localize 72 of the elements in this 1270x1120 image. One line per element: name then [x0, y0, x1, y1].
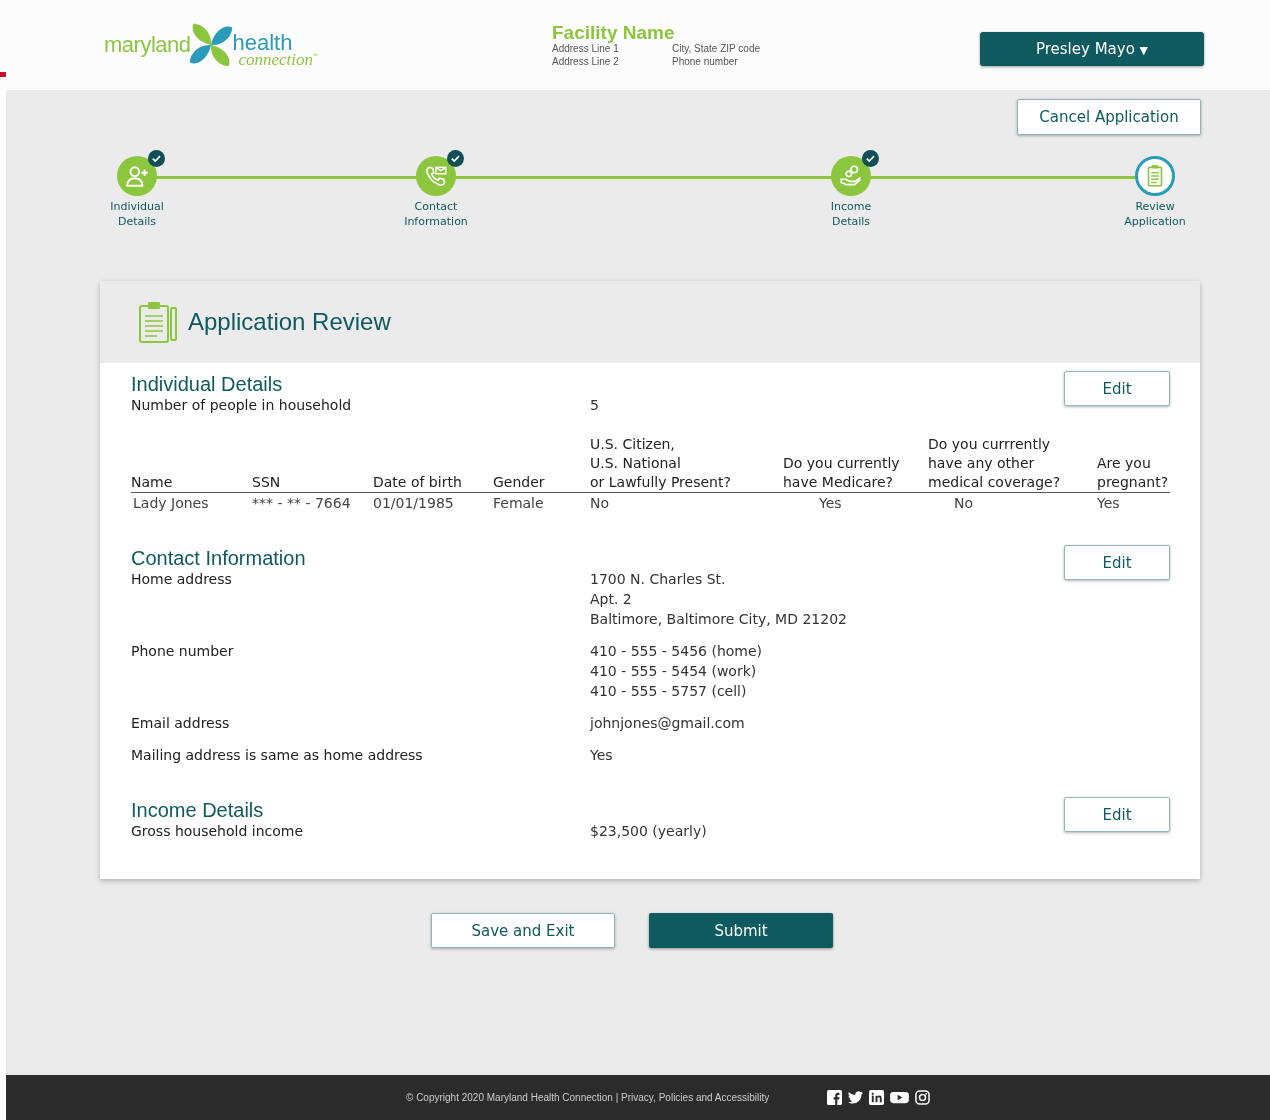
field-label: Home address	[131, 570, 233, 589]
step-indicator[interactable]	[416, 156, 456, 196]
user-menu-button[interactable]: Presley Mayo ▼	[980, 32, 1204, 66]
logo-text: maryland	[104, 32, 191, 58]
step-label: Individual Details	[110, 199, 164, 229]
step-indicator[interactable]	[117, 156, 157, 196]
facility-address-line: Address Line 2	[552, 54, 620, 68]
linkedin-icon[interactable]	[869, 1090, 885, 1105]
save-and-exit-button[interactable]: Save and Exit	[431, 913, 615, 948]
field-value: $23,500 (yearly)	[590, 822, 707, 841]
field-value: 410 - 555 - 5454 (work)	[590, 662, 758, 681]
column-header: U.S. Citizen, U.S. National or Lawfully Present?	[590, 435, 732, 492]
submit-button[interactable]: Submit	[649, 913, 833, 948]
facility-name: Facility Name	[552, 22, 676, 42]
step-label: Review Application	[1124, 199, 1186, 229]
column-header: Date of birth	[373, 473, 463, 492]
play-button-icon[interactable]	[890, 1090, 910, 1105]
field-value: Baltimore, Baltimore City, MD 21202	[590, 610, 847, 629]
step-indicator[interactable]	[831, 156, 871, 196]
table-cell-text: Lady Jones	[132, 494, 210, 513]
column-header: SSN	[252, 473, 282, 492]
column-header: Do you currently have Medicare?	[783, 454, 901, 492]
step-label: Income Details	[830, 199, 872, 229]
field-value: 1700 N. Charles St.	[590, 570, 727, 589]
column-header: Are you pregnant?	[1097, 454, 1170, 492]
field-label: Mailing address is same as home address	[131, 746, 424, 765]
edit-button[interactable]: Edit	[1064, 545, 1170, 580]
person-add-icon	[124, 163, 150, 189]
table-cell-text: Yes	[818, 494, 843, 513]
table-cell-text: Female	[493, 494, 545, 513]
facility-address-line: City, State ZIP code	[672, 41, 761, 55]
facebook-icon[interactable]	[827, 1090, 843, 1105]
field-label: Phone number	[131, 642, 235, 661]
field-label: Email address	[131, 714, 231, 733]
check-badge-icon	[447, 150, 464, 167]
section-heading: Individual Details	[131, 373, 283, 396]
copyright-text: © Copyright 2020 Maryland Health Connection | Privacy, Policies and Accessibility	[406, 1092, 770, 1103]
edit-button[interactable]: Edit	[1064, 371, 1170, 406]
field-value: johnjones@gmail.com	[590, 714, 745, 733]
field-value: 410 - 555 - 5757 (cell)	[590, 682, 748, 701]
table-cell-text: No	[953, 494, 975, 513]
field-label: Gross household income	[131, 822, 305, 841]
facility-address-line: Phone number	[672, 54, 739, 68]
table-cell-text: No	[590, 494, 611, 513]
facility-address-line: Address Line 1	[552, 42, 620, 55]
phone-envelope-icon	[423, 163, 449, 189]
column-header: Do you currrently have any other medical coverage?	[928, 435, 1062, 492]
field-value: 5	[590, 396, 599, 415]
edge-marker	[0, 72, 6, 77]
step-label: Contact Information	[404, 199, 468, 229]
edit-button[interactable]: Edit	[1064, 797, 1170, 832]
field-value: Apt. 2	[590, 590, 633, 609]
field-label: Number of people in household	[131, 396, 353, 415]
table-cell-text: 01/01/1985	[373, 494, 455, 513]
clipboard-icon	[138, 300, 178, 344]
column-header: Gender	[493, 473, 546, 492]
logo-text: connection$^{℠}$	[238, 51, 319, 68]
twitter-bird-icon[interactable]	[848, 1090, 864, 1105]
table-cell-text: *** - ** - 7664	[252, 494, 352, 513]
check-badge-icon	[148, 150, 165, 167]
check-badge-icon	[862, 150, 879, 167]
card-title: Application Review	[188, 308, 391, 336]
table-cell-text: Yes	[1097, 494, 1121, 513]
section-heading: Income Details	[131, 799, 264, 822]
field-value: 410 - 555 - 5456 (home)	[590, 642, 763, 661]
flower-logo-icon	[188, 22, 235, 68]
camera-icon[interactable]	[915, 1090, 931, 1105]
cancel-application-button[interactable]: Cancel Application	[1017, 99, 1201, 135]
column-header: Name	[131, 473, 174, 492]
field-value: Yes	[590, 746, 613, 765]
logo-text: health	[232, 32, 293, 54]
section-heading: Contact Information	[131, 547, 306, 570]
